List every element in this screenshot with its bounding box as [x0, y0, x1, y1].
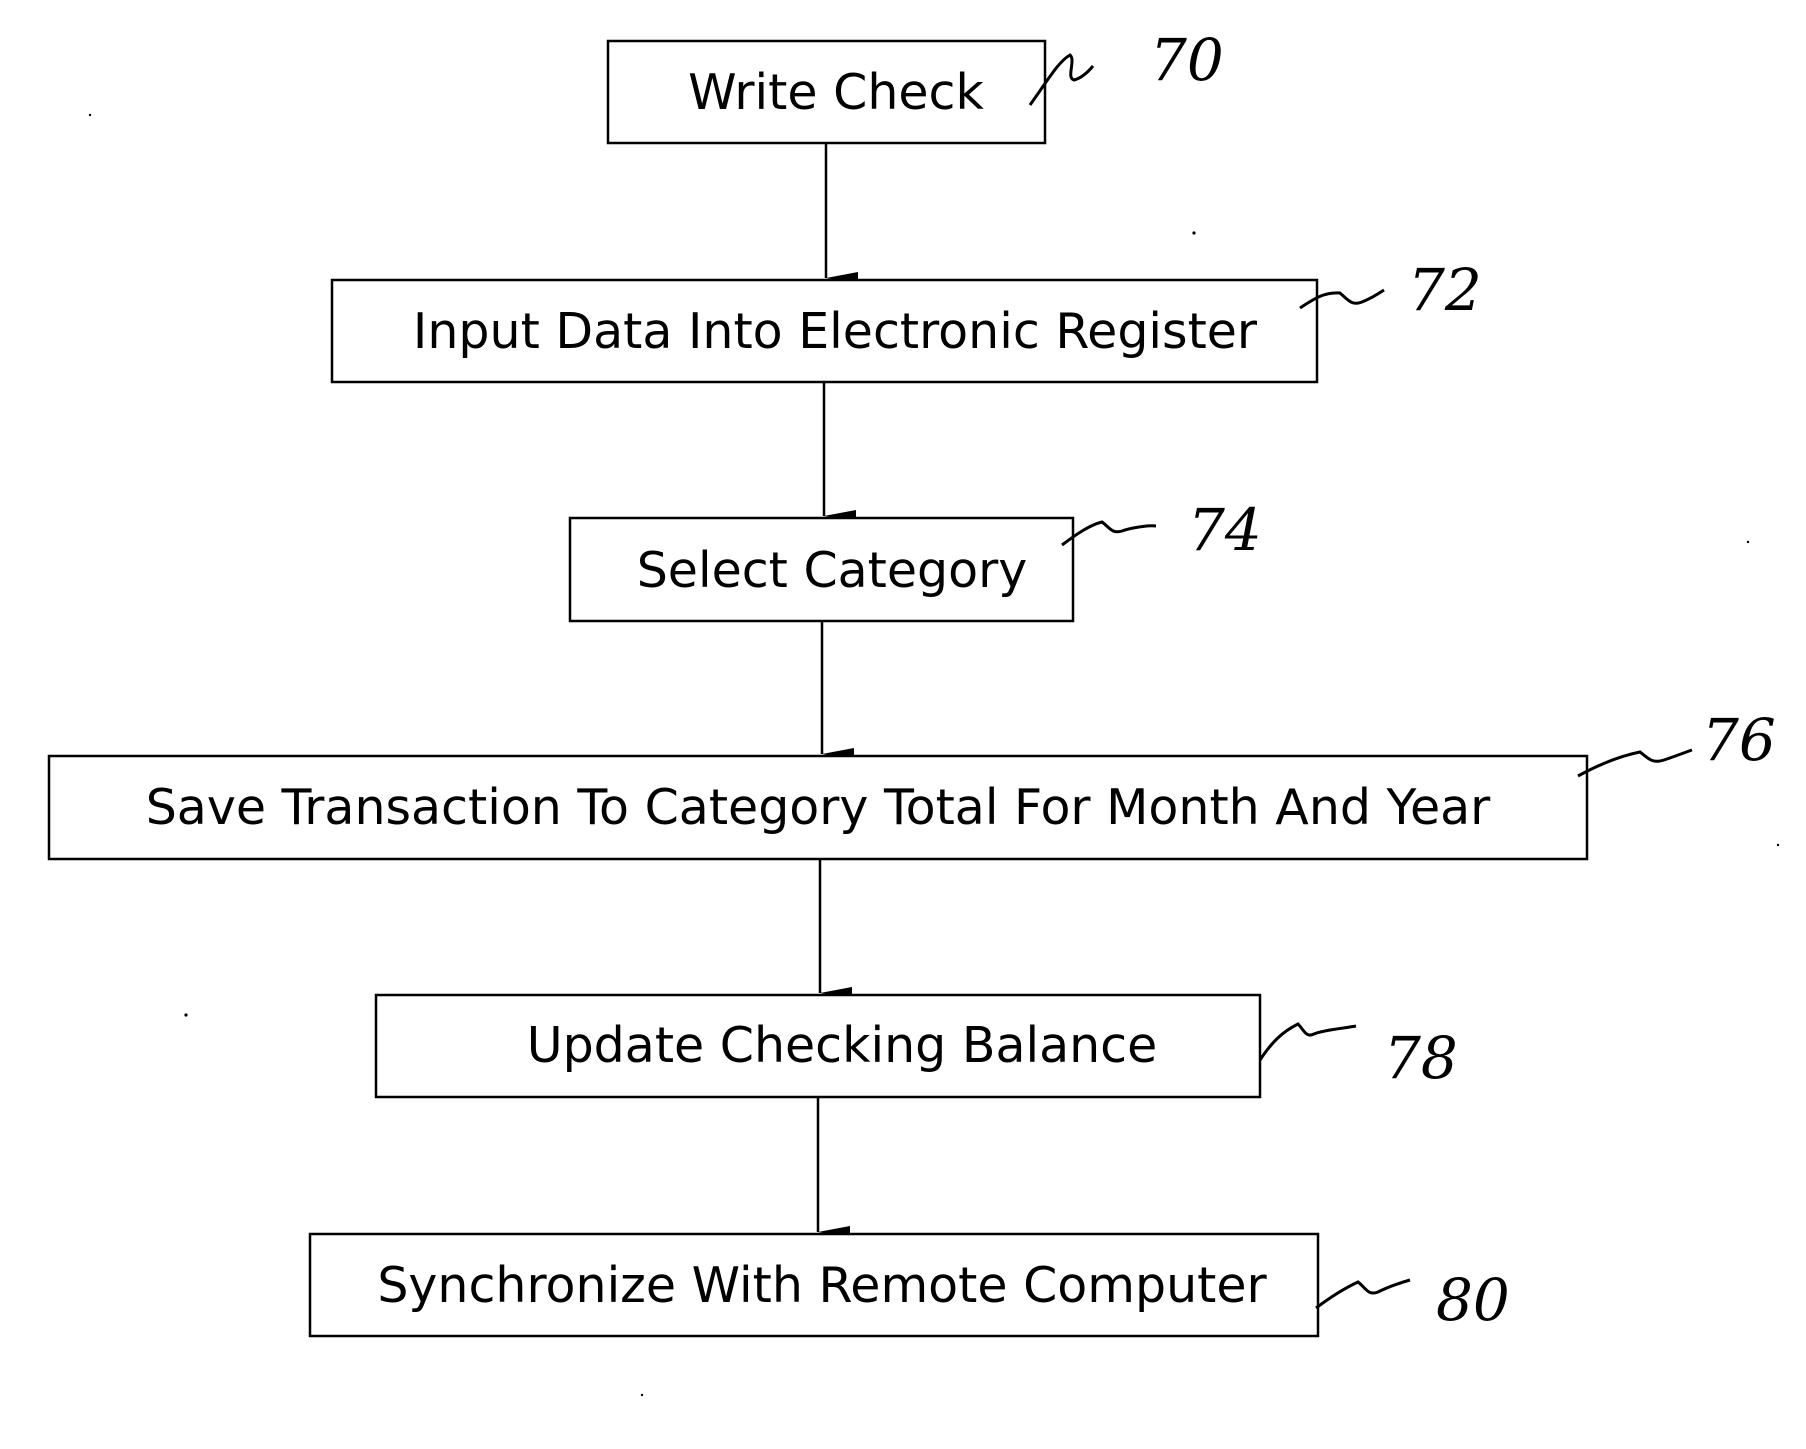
reference-76: 76 — [1577, 706, 1776, 778]
reference-number: 76 — [1702, 706, 1776, 774]
reference-number: 74 — [1188, 496, 1262, 564]
step-label: Write Check — [688, 64, 984, 121]
scan-speck — [640, 1393, 644, 1397]
scan-speck — [184, 1013, 188, 1017]
step-label: Save Transaction To Category Total For M… — [146, 779, 1491, 836]
step-label: Update Checking Balance — [527, 1017, 1158, 1074]
leader-line — [1577, 748, 1693, 778]
reference-74: 74 — [1061, 496, 1262, 564]
reference-number: 70 — [1150, 26, 1224, 94]
reference-number: 72 — [1408, 256, 1482, 324]
reference-70: 70 — [1028, 26, 1224, 106]
leader-line — [1258, 1022, 1357, 1061]
leader-line — [1315, 1278, 1411, 1310]
step-write-check: Write Check — [606, 39, 1047, 145]
step-label: Select Category — [637, 542, 1028, 599]
step-synchronize: Synchronize With Remote Computer — [308, 1232, 1320, 1338]
step-label: Synchronize With Remote Computer — [377, 1257, 1267, 1314]
reference-80: 80 — [1315, 1266, 1510, 1334]
scan-speck — [88, 113, 92, 117]
step-update-balance: Update Checking Balance — [374, 993, 1262, 1099]
leader-line — [1061, 520, 1157, 547]
reference-72: 72 — [1299, 256, 1482, 324]
step-input-data: Input Data Into Electronic Register — [330, 278, 1319, 384]
scan-speck — [1746, 540, 1750, 544]
step-select-category: Select Category — [568, 516, 1075, 623]
reference-number: 80 — [1436, 1266, 1510, 1334]
step-save-transaction: Save Transaction To Category Total For M… — [47, 754, 1589, 861]
reference-number: 78 — [1384, 1024, 1458, 1092]
flowchart-diagram: Write Check 70 Input Data Into Electroni… — [47, 26, 1780, 1397]
scan-speck — [1776, 843, 1780, 847]
step-label: Input Data Into Electronic Register — [413, 303, 1258, 360]
reference-78: 78 — [1258, 1022, 1458, 1092]
scan-speck — [1192, 231, 1196, 235]
